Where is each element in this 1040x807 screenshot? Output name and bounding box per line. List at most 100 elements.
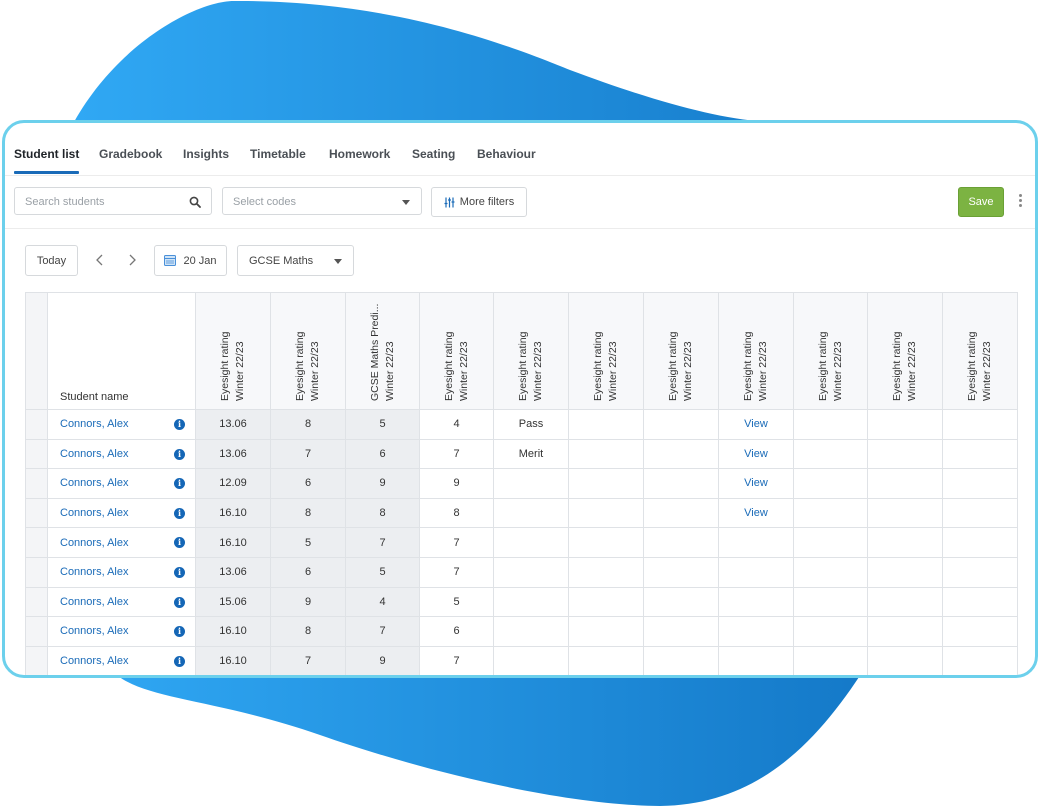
grade-cell[interactable]: 12.09 — [195, 468, 271, 499]
column-header[interactable]: Eyesight rating Winter 22/23 — [419, 292, 494, 410]
grade-cell[interactable]: 4 — [419, 409, 494, 440]
student-name-link[interactable]: Connors, Alex — [60, 537, 128, 549]
grade-cell[interactable] — [793, 497, 868, 529]
info-icon[interactable]: i — [174, 448, 185, 460]
grade-cell[interactable]: 15.06 — [195, 586, 271, 618]
grade-cell[interactable]: 7 — [345, 616, 420, 647]
grade-cell[interactable] — [867, 409, 943, 440]
row-select-cell[interactable] — [25, 645, 48, 675]
student-name-link[interactable]: Connors, Alex — [60, 477, 128, 489]
grade-cell[interactable]: 7 — [345, 527, 420, 558]
grade-cell[interactable]: 8 — [419, 497, 494, 529]
grade-cell[interactable] — [643, 586, 719, 618]
info-icon[interactable]: i — [174, 507, 185, 519]
grade-cell[interactable]: View — [718, 468, 794, 499]
chevron-right-icon[interactable] — [125, 253, 139, 267]
chevron-left-icon[interactable] — [93, 253, 107, 267]
grade-cell[interactable]: 8 — [270, 616, 346, 647]
today-button[interactable]: Today — [25, 245, 78, 276]
grade-cell[interactable] — [568, 527, 644, 558]
grade-cell[interactable]: 8 — [270, 409, 346, 440]
student-name-link[interactable]: Connors, Alex — [60, 655, 128, 667]
tab-student-list[interactable]: Student list — [14, 147, 80, 174]
grade-cell[interactable]: 16.10 — [195, 645, 271, 675]
tab-behaviour[interactable]: Behaviour — [477, 147, 536, 161]
codes-select[interactable]: Select codes — [222, 187, 422, 215]
grade-cell[interactable] — [793, 409, 868, 440]
grade-cell[interactable]: 5 — [270, 527, 346, 558]
column-header[interactable]: Eyesight rating Winter 22/23 — [195, 292, 271, 410]
grade-cell[interactable] — [942, 586, 1018, 618]
student-name-link[interactable]: Connors, Alex — [60, 566, 128, 578]
row-select-cell[interactable] — [25, 497, 48, 529]
grade-cell[interactable] — [718, 645, 794, 675]
grade-cell[interactable] — [568, 409, 644, 440]
grade-cell[interactable] — [568, 586, 644, 618]
grade-cell[interactable] — [718, 556, 794, 588]
grade-cell[interactable]: 13.06 — [195, 556, 271, 588]
grade-cell[interactable] — [867, 468, 943, 499]
grade-cell[interactable] — [793, 645, 868, 675]
column-header[interactable]: Eyesight rating Winter 22/23 — [718, 292, 794, 410]
grade-cell[interactable]: 8 — [270, 497, 346, 529]
grade-cell[interactable]: 7 — [419, 556, 494, 588]
grade-cell[interactable] — [493, 645, 569, 675]
grade-cell[interactable]: 5 — [419, 586, 494, 618]
grade-cell[interactable]: 7 — [419, 645, 494, 675]
grade-cell[interactable]: 13.06 — [195, 438, 271, 470]
view-link[interactable]: View — [744, 418, 768, 430]
grade-cell[interactable] — [643, 438, 719, 470]
row-select-cell[interactable] — [25, 409, 48, 440]
grade-cell[interactable]: 9 — [345, 645, 420, 675]
grade-cell[interactable] — [568, 497, 644, 529]
grade-cell[interactable] — [643, 468, 719, 499]
column-header[interactable]: Eyesight rating Winter 22/23 — [270, 292, 346, 410]
grade-cell[interactable] — [643, 497, 719, 529]
grade-cell[interactable]: 16.10 — [195, 497, 271, 529]
row-select-cell[interactable] — [25, 616, 48, 647]
grade-cell[interactable]: 4 — [345, 586, 420, 618]
tab-homework[interactable]: Homework — [329, 147, 390, 161]
grade-cell[interactable] — [568, 438, 644, 470]
info-icon[interactable]: i — [174, 419, 185, 430]
grade-cell[interactable] — [793, 616, 868, 647]
grade-cell[interactable] — [793, 527, 868, 558]
grade-cell[interactable] — [793, 556, 868, 588]
row-select-cell[interactable] — [25, 586, 48, 618]
grade-cell[interactable] — [867, 438, 943, 470]
grade-cell[interactable]: 9 — [270, 586, 346, 618]
grade-cell[interactable] — [867, 586, 943, 618]
grade-cell[interactable] — [942, 497, 1018, 529]
grade-cell[interactable]: 6 — [270, 468, 346, 499]
column-header[interactable]: Eyesight rating Winter 22/23 — [568, 292, 644, 410]
grade-cell[interactable] — [493, 527, 569, 558]
search-input[interactable]: Search students — [14, 187, 212, 215]
row-select-cell[interactable] — [25, 468, 48, 499]
grade-cell[interactable] — [942, 438, 1018, 470]
info-icon[interactable]: i — [174, 537, 185, 549]
grade-cell[interactable]: Pass — [493, 409, 569, 440]
grade-cell[interactable] — [942, 645, 1018, 675]
grade-cell[interactable] — [942, 527, 1018, 558]
grade-cell[interactable] — [568, 645, 644, 675]
grade-cell[interactable] — [718, 527, 794, 558]
tab-insights[interactable]: Insights — [183, 147, 229, 161]
grade-cell[interactable] — [493, 586, 569, 618]
column-header[interactable]: GCSE Maths Predi... Winter 22/23 — [345, 292, 420, 410]
save-button[interactable]: Save — [958, 187, 1004, 217]
grade-cell[interactable]: View — [718, 409, 794, 440]
more-options-icon[interactable] — [1018, 194, 1022, 210]
grade-cell[interactable]: 16.10 — [195, 616, 271, 647]
info-icon[interactable]: i — [174, 566, 185, 578]
grade-cell[interactable] — [568, 556, 644, 588]
tab-seating[interactable]: Seating — [412, 147, 455, 161]
grade-cell[interactable]: 16.10 — [195, 527, 271, 558]
row-select-cell[interactable] — [25, 438, 48, 470]
view-link[interactable]: View — [744, 448, 768, 460]
grade-cell[interactable]: 7 — [270, 645, 346, 675]
tab-timetable[interactable]: Timetable — [250, 147, 306, 161]
grade-cell[interactable] — [643, 409, 719, 440]
more-filters-button[interactable]: More filters — [431, 187, 527, 217]
info-icon[interactable]: i — [174, 655, 185, 667]
grade-cell[interactable]: View — [718, 438, 794, 470]
